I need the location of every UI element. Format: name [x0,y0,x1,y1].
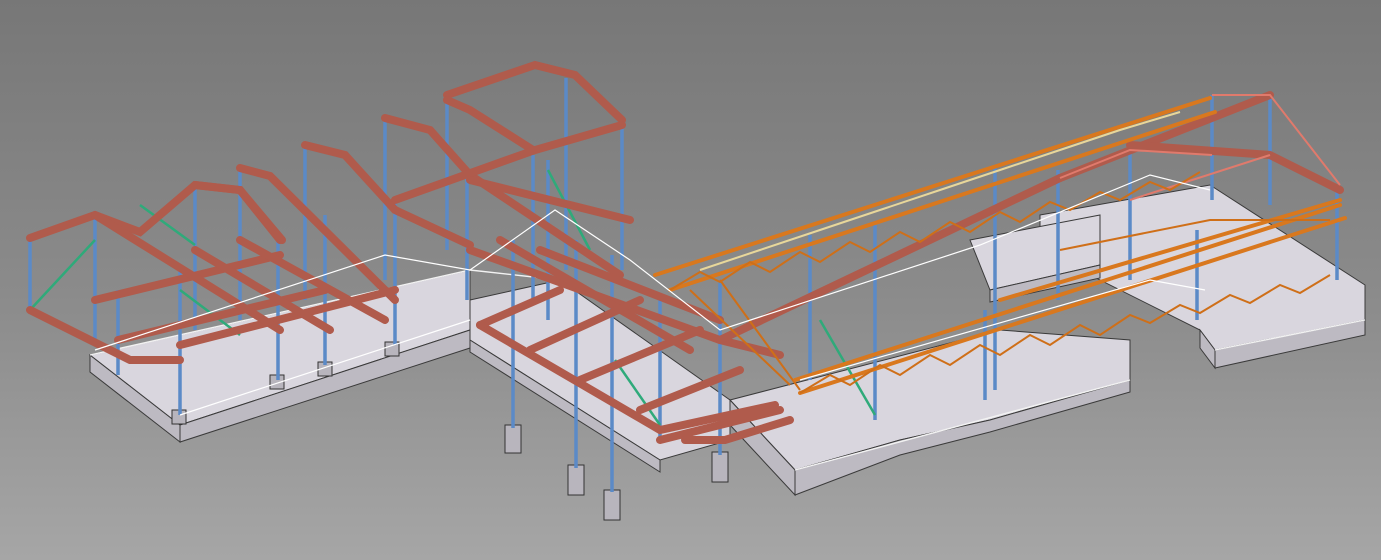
footing [504,424,522,454]
footing [711,451,729,483]
3d-model-viewport[interactable] [0,0,1381,560]
brace [29,239,96,311]
structural-model-canvas[interactable] [0,0,1381,560]
ridge-beam [443,96,537,154]
footing [603,489,621,521]
footing [567,464,585,496]
floor-beam [91,251,284,304]
roof-frame [381,114,624,279]
longitudinal-beam [91,211,284,334]
